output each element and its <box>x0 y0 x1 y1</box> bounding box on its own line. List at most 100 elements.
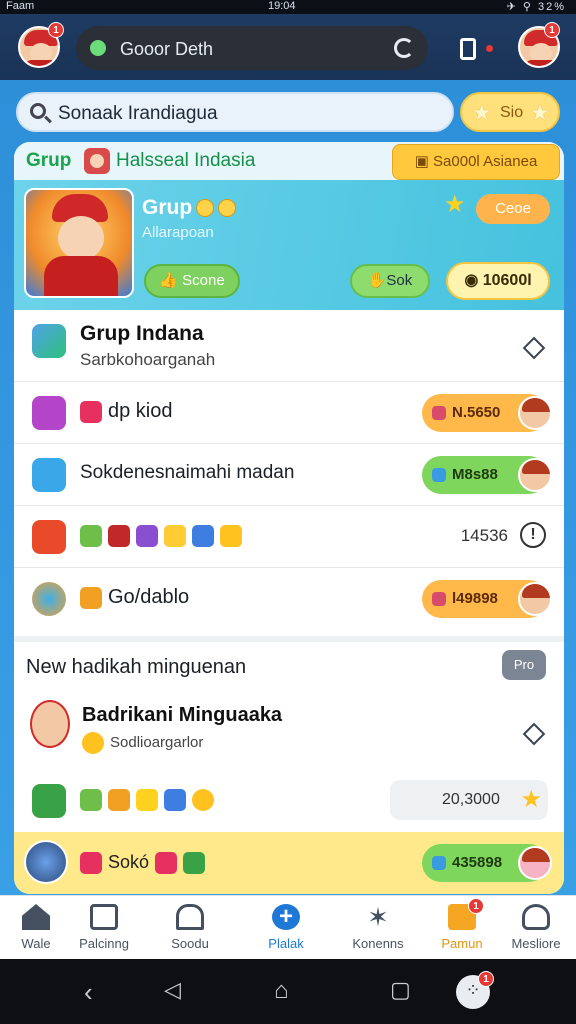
flower-icon <box>80 852 102 875</box>
crown-icon <box>80 586 102 609</box>
item-icons-row <box>80 788 220 811</box>
plus-icon: + <box>272 904 300 930</box>
emoji-icon <box>196 199 215 218</box>
refresh-icon[interactable] <box>394 38 414 58</box>
score-button[interactable]: 👍 Scone <box>144 264 240 298</box>
nav-item-plalak[interactable]: + Plalak <box>250 896 322 960</box>
nav-item-mesliore[interactable]: Mesliore <box>500 896 572 960</box>
status-icons: ✈ ⚲ 32% <box>506 1 566 13</box>
star-burst-icon: ✶ <box>367 902 389 932</box>
item-icons-row <box>80 524 248 547</box>
home-outline-icon[interactable]: ⌂ <box>274 977 289 1005</box>
list-label-text: dp kiod <box>108 400 173 422</box>
cube-icon <box>32 784 66 818</box>
section-heading: New hadikah minguenan <box>26 656 247 678</box>
list-item[interactable]: Go/dablo l49898 <box>14 568 564 630</box>
building-icon <box>176 904 204 930</box>
nav-label: Plalak <box>268 936 304 951</box>
back-icon[interactable]: ◁ <box>164 977 181 1003</box>
flower-icon <box>80 400 102 423</box>
recents-icon[interactable]: ▢ <box>390 977 411 1003</box>
list-item[interactable]: 20,3000 ★ <box>14 770 564 832</box>
nav-label: Konenns <box>352 936 404 951</box>
code-button[interactable]: Ceoe <box>476 194 550 224</box>
star-filter-button[interactable]: ★ Sio ★ <box>460 92 560 132</box>
leaf-icon <box>80 788 102 811</box>
grape-icon <box>136 524 158 547</box>
character-avatar <box>518 582 552 616</box>
amount-pill[interactable]: 20,3000 ★ <box>390 780 548 820</box>
total-coins-label: 10600l <box>482 272 532 289</box>
list-item-title: Badrikani Minguaaka <box>82 704 283 726</box>
search-text: Sonaak Irandiagua <box>58 103 218 124</box>
search-input[interactable]: Sonaak Irandiagua <box>16 92 454 132</box>
coin-icon <box>220 524 242 547</box>
list-item[interactable]: dp kiod N.5650 <box>14 382 564 444</box>
amount-value: 20,3000 <box>442 791 500 808</box>
star-icon: ★ <box>520 786 542 813</box>
emoji-icon <box>82 732 104 754</box>
notification-dot-icon <box>486 45 493 52</box>
group-tag[interactable]: Grup <box>26 150 71 172</box>
amount-value: 435898 <box>452 854 503 871</box>
top-search-pill[interactable]: Gooor Deth <box>76 26 428 70</box>
amount-value: l49898 <box>452 590 498 607</box>
amount-value: M8s88 <box>452 466 498 483</box>
group-action-button[interactable]: ▣ Sa000l Asianea <box>392 144 560 180</box>
amount-pill[interactable]: l49898 <box>422 580 552 618</box>
globe-icon <box>32 582 66 616</box>
info-icon[interactable]: ! <box>520 522 546 548</box>
list-item-title: Grup Indana <box>80 322 204 345</box>
star-icon: ★ <box>472 100 492 125</box>
band-label: Sokó <box>80 852 211 875</box>
list-item[interactable]: 14536 ! <box>14 506 564 568</box>
list-item[interactable]: Badrikani Minguaaka Sodlioargarlor <box>14 692 564 770</box>
nav-item-soodu[interactable]: Soodu <box>154 896 226 960</box>
gem-icon <box>432 592 446 606</box>
nav-item-wale[interactable]: Wale <box>0 896 72 960</box>
total-coins-button[interactable]: ◉ 10600l <box>446 262 550 300</box>
list-item-subtitle: Sodlioargarlor <box>82 732 203 754</box>
group-title: Halsseal Indasia <box>116 150 256 171</box>
user-icon <box>522 904 550 930</box>
bottom-highlight-row[interactable]: Sokó 435898 <box>14 832 564 894</box>
amount-pill[interactable]: M8s88 <box>422 456 552 494</box>
system-nav-bar: ‹ ◁ ⌂ ▢ ⁘ 1 <box>0 959 576 1024</box>
character-avatar <box>518 396 552 430</box>
hero-title: Grup <box>142 196 237 220</box>
nav-label: Wale <box>21 936 51 951</box>
band-label-text: Sokó <box>108 852 150 872</box>
hero-banner: Grup Allarapoan ★ Ceoe 👍 Scone ✋Sok ◉ 10… <box>14 180 564 310</box>
chevron-left-icon[interactable]: ‹ <box>84 977 93 1008</box>
pro-button[interactable]: Pro <box>502 650 546 680</box>
diamond-icon[interactable] <box>522 722 546 746</box>
star-icon: ★ <box>444 191 466 218</box>
phone-icon[interactable] <box>460 38 476 60</box>
diamond-icon[interactable] <box>522 336 546 360</box>
nav-item-pamun[interactable]: 1 Pamun <box>426 896 498 960</box>
group-header: Grup Halsseal Indasia ▣ Sa000l Asianea <box>14 142 564 180</box>
box-icon <box>183 852 206 875</box>
character-avatar <box>518 458 552 492</box>
hero-subtitle: Allarapoan <box>142 224 214 241</box>
nav-label: Pamun <box>441 936 483 951</box>
chest-icon <box>32 458 66 492</box>
crown-icon <box>108 788 130 811</box>
status-dot-icon <box>90 40 106 56</box>
list-item[interactable]: Sokdenesnaimahi madan M8s88 <box>14 444 564 506</box>
section-divider <box>14 636 564 642</box>
group-avatar <box>84 148 110 174</box>
list-item[interactable]: Grup Indana Sarbkohoarganah <box>14 310 564 382</box>
nav-label: Soodu <box>171 936 209 951</box>
nav-item-palcinng[interactable]: Palcinng <box>68 896 140 960</box>
bag-icon: ▣ <box>414 153 429 170</box>
nav-item-konenns[interactable]: ✶ Konenns <box>342 896 414 960</box>
sok-button[interactable]: ✋Sok <box>350 264 430 298</box>
list-item-label: Go/dablo <box>80 586 189 609</box>
box-icon <box>32 520 66 554</box>
gem-icon <box>432 856 446 870</box>
nav-label: Palcinng <box>79 936 129 951</box>
amount-pill[interactable]: N.5650 <box>422 394 552 432</box>
top-app-bar: 1 Gooor Deth 1 <box>0 14 576 80</box>
amount-pill[interactable]: 435898 <box>422 844 552 882</box>
